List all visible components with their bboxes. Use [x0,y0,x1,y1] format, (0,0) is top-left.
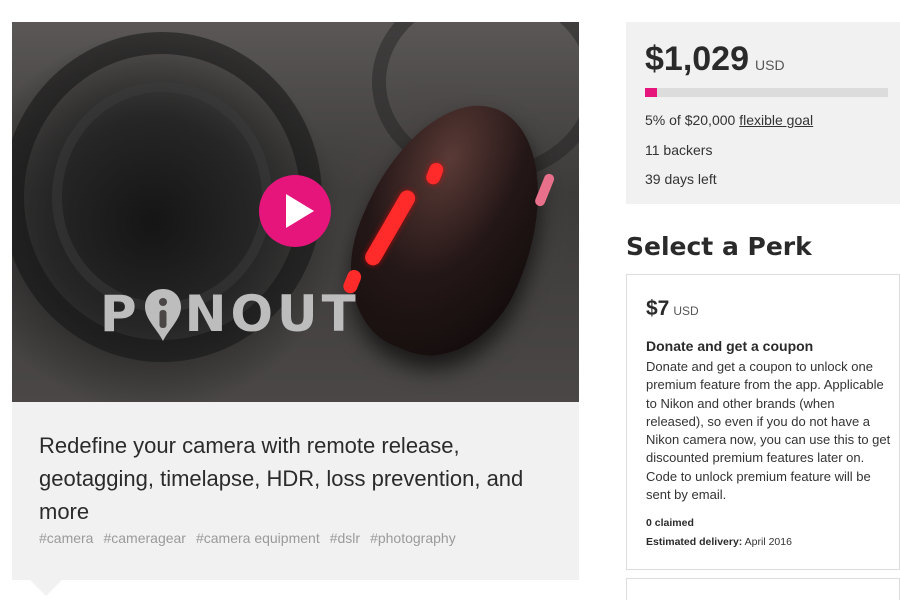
pinout-logo: P NOUT [100,279,360,349]
card-pointer-arrow [28,578,64,596]
device-led-dot [424,160,446,187]
funding-progress-fill [645,88,658,97]
goal-text: 5% of $20,000 flexible goal [645,112,813,128]
perk-card[interactable]: $7 USD Donate and get a coupon Donate an… [626,274,900,570]
perk-delivery: Estimated delivery: April 2016 [646,536,792,548]
campaign-description-card: Redefine your camera with remote release… [12,402,579,580]
tag-link[interactable]: #dslr [330,530,360,546]
logo-letters-nout: NOUT [184,285,360,343]
map-pin-icon [143,285,183,343]
amount-raised: $1,029 USD [645,40,785,79]
goal-percent-text: 5% of $20,000 [645,112,736,128]
logo-letter-p: P [100,285,141,343]
perk-description: Donate and get a coupon to unlock one pr… [646,359,891,503]
flexible-goal-link[interactable]: flexible goal [739,112,813,128]
tag-link[interactable]: #camera [39,530,93,546]
amount-value: $1,029 [645,40,749,78]
perk-card[interactable] [626,578,900,600]
funding-summary: $1,029 USD 5% of $20,000 flexible goal 1… [626,22,900,204]
background-lens-ring [52,82,272,312]
tag-link[interactable]: #photography [370,530,456,546]
play-icon [286,194,314,228]
play-button[interactable] [259,175,331,247]
perk-price-currency: USD [673,304,699,318]
days-left: 39 days left [645,171,717,187]
perk-claimed-count: 0 claimed [646,517,694,529]
backers-count: 11 backers [645,142,713,158]
tag-list: #camera #cameragear #camera equipment #d… [39,530,456,546]
tag-link[interactable]: #camera equipment [196,530,320,546]
device-led-bar [362,187,419,269]
perk-title: Donate and get a coupon [646,338,814,354]
perk-section-heading: Select a Perk [626,232,812,261]
perk-delivery-label: Estimated delivery: [646,536,743,548]
funding-progress-bar [645,88,888,97]
perk-price: $7 USD [646,297,699,321]
device-led-edge [533,172,556,208]
perk-delivery-date: April 2016 [744,536,792,548]
campaign-video[interactable]: P NOUT [12,22,579,402]
campaign-tagline: Redefine your camera with remote release… [39,433,524,524]
amount-currency: USD [755,57,785,73]
perk-price-value: $7 [646,297,670,320]
tag-link[interactable]: #cameragear [103,530,186,546]
